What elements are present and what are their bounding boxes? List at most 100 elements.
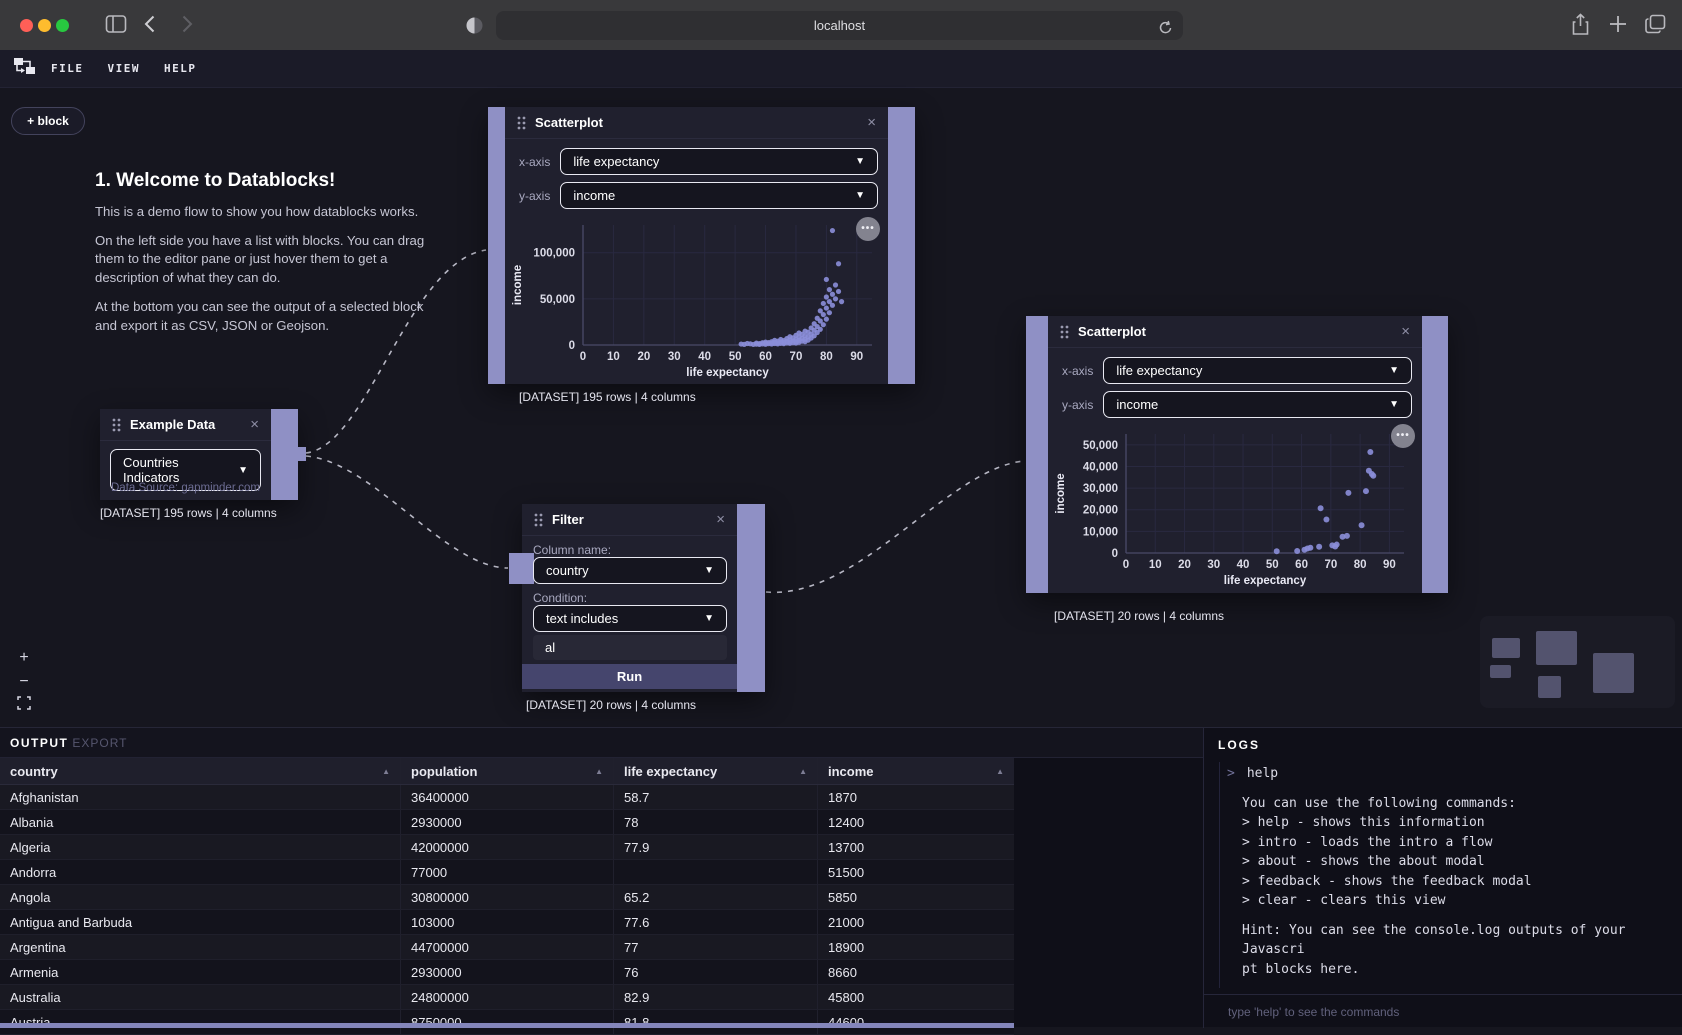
block-header[interactable]: Scatterplot × — [505, 107, 888, 139]
column-select[interactable]: country ▼ — [533, 557, 727, 584]
address-bar[interactable]: localhost — [496, 11, 1183, 40]
input-port[interactable] — [509, 553, 534, 584]
table-row[interactable]: Antigua and Barbuda10300077.621000 — [0, 910, 1014, 935]
input-port[interactable] — [488, 107, 505, 384]
output-port[interactable] — [1422, 316, 1448, 593]
close-icon[interactable]: × — [867, 114, 876, 131]
table-row[interactable]: Albania29300007812400 — [0, 810, 1014, 835]
log-command: help — [1247, 766, 1278, 781]
tab-output[interactable]: OUTPUT — [10, 736, 68, 750]
drag-handle-icon[interactable] — [534, 513, 543, 527]
output-port-stub[interactable] — [292, 447, 306, 461]
y-axis-select[interactable]: income ▼ — [560, 182, 878, 209]
svg-text:40: 40 — [1237, 559, 1250, 571]
table-cell: 18900 — [817, 935, 1014, 959]
table-row[interactable]: Armenia2930000768660 — [0, 960, 1014, 985]
reload-icon[interactable] — [1158, 17, 1173, 46]
table-row[interactable]: Afghanistan3640000058.71870 — [0, 785, 1014, 810]
table-scrollbar[interactable] — [0, 1023, 1014, 1028]
datablocks-logo-icon[interactable] — [13, 56, 37, 81]
output-table[interactable]: country▲population▲life expectancy▲incom… — [0, 758, 1014, 1035]
column-header[interactable]: population▲ — [400, 758, 613, 784]
zoom-in-button[interactable]: + — [14, 648, 34, 668]
svg-text:life expectancy: life expectancy — [686, 367, 769, 379]
menu-view[interactable]: VIEW — [108, 62, 141, 75]
condition-select[interactable]: text includes ▼ — [533, 605, 727, 632]
x-axis-select[interactable]: life expectancy ▼ — [560, 148, 878, 175]
block-scatterplot-1[interactable]: Scatterplot × x-axis life expectancy ▼ y… — [488, 107, 915, 384]
x-axis-select[interactable]: life expectancy ▼ — [1103, 357, 1412, 384]
table-cell: Angola — [0, 885, 400, 909]
block-example-data[interactable]: Example Data × Countries Indicators ▼ Da… — [100, 409, 298, 500]
column-header[interactable]: life expectancy▲ — [613, 758, 817, 784]
block-header[interactable]: Filter × — [522, 504, 737, 536]
data-source-link[interactable]: Data Source: gapminder.com — [111, 482, 260, 494]
logs-console[interactable]: >help You can use the following commands… — [1219, 762, 1674, 988]
input-port[interactable] — [1026, 316, 1048, 593]
table-cell: Antigua and Barbuda — [0, 910, 400, 934]
browser-titlebar: localhost — [0, 0, 1682, 50]
tab-overview-icon[interactable] — [1645, 14, 1666, 39]
minimap[interactable] — [1480, 616, 1675, 708]
filter-value-input[interactable]: al — [533, 635, 727, 660]
block-header[interactable]: Example Data × — [100, 409, 271, 441]
drag-handle-icon[interactable] — [112, 418, 121, 432]
share-icon[interactable] — [1571, 13, 1590, 41]
drag-handle-icon[interactable] — [1060, 325, 1069, 339]
svg-text:10: 10 — [607, 351, 620, 363]
table-row[interactable]: Andorra7700051500 — [0, 860, 1014, 885]
column-header[interactable]: income▲ — [817, 758, 1014, 784]
table-cell: Algeria — [0, 835, 400, 859]
svg-text:20: 20 — [637, 351, 650, 363]
flow-editor-canvas[interactable]: + block 1. Welcome to Datablocks! This i… — [0, 88, 1682, 727]
run-button[interactable]: Run — [522, 664, 737, 689]
y-axis-select[interactable]: income ▼ — [1103, 391, 1412, 418]
zoom-out-button[interactable]: − — [14, 672, 34, 692]
svg-text:0: 0 — [1112, 548, 1118, 560]
block-filter[interactable]: Filter × Column name: country ▼ Conditio… — [522, 504, 765, 692]
table-cell: 44700000 — [400, 935, 613, 959]
zoom-window-button[interactable] — [56, 19, 69, 32]
x-axis-label: x-axis — [519, 155, 550, 169]
table-cell: 21000 — [817, 910, 1014, 934]
minimize-window-button[interactable] — [38, 19, 51, 32]
new-tab-icon[interactable] — [1609, 15, 1627, 38]
chevron-down-icon: ▼ — [1389, 399, 1399, 410]
close-icon[interactable]: × — [716, 511, 725, 528]
block-scatterplot-2[interactable]: Scatterplot × x-axis life expectancy ▼ y… — [1026, 316, 1448, 593]
privacy-shield-icon[interactable] — [466, 17, 483, 39]
sort-asc-icon[interactable]: ▲ — [996, 758, 1004, 784]
add-block-button[interactable]: + block — [11, 107, 85, 135]
close-icon[interactable]: × — [1401, 323, 1410, 340]
fit-view-button[interactable] — [14, 696, 34, 716]
table-cell: 36400000 — [400, 785, 613, 809]
table-cell: 2930000 — [400, 810, 613, 834]
output-port[interactable] — [737, 504, 765, 692]
table-row[interactable]: Angola3080000065.25850 — [0, 885, 1014, 910]
chart-menu-button[interactable]: ••• — [856, 217, 880, 241]
forward-button-icon[interactable] — [182, 15, 193, 38]
svg-text:life expectancy: life expectancy — [1224, 575, 1307, 587]
sidebar-toggle-icon[interactable] — [105, 14, 127, 39]
menu-file[interactable]: FILE — [51, 62, 84, 75]
close-window-button[interactable] — [20, 19, 33, 32]
drag-handle-icon[interactable] — [517, 116, 526, 130]
table-row[interactable]: Algeria4200000077.913700 — [0, 835, 1014, 860]
chart-menu-button[interactable]: ••• — [1391, 424, 1415, 448]
output-port[interactable] — [888, 107, 915, 384]
svg-text:income: income — [512, 265, 524, 305]
close-icon[interactable]: × — [250, 416, 259, 433]
back-button-icon[interactable] — [144, 15, 155, 38]
column-header[interactable]: country▲ — [0, 758, 400, 784]
sort-asc-icon[interactable]: ▲ — [382, 758, 390, 784]
svg-text:0: 0 — [1123, 559, 1129, 571]
svg-text:20: 20 — [1178, 559, 1191, 571]
table-row[interactable]: Argentina447000007718900 — [0, 935, 1014, 960]
sort-asc-icon[interactable]: ▲ — [595, 758, 603, 784]
tab-export[interactable]: EXPORT — [72, 736, 127, 750]
block-header[interactable]: Scatterplot × — [1048, 316, 1422, 348]
logs-command-input[interactable]: type 'help' to see the commands — [1204, 994, 1682, 1028]
menu-help[interactable]: HELP — [164, 62, 197, 75]
sort-asc-icon[interactable]: ▲ — [799, 758, 807, 784]
table-row[interactable]: Australia2480000082.945800 — [0, 985, 1014, 1010]
